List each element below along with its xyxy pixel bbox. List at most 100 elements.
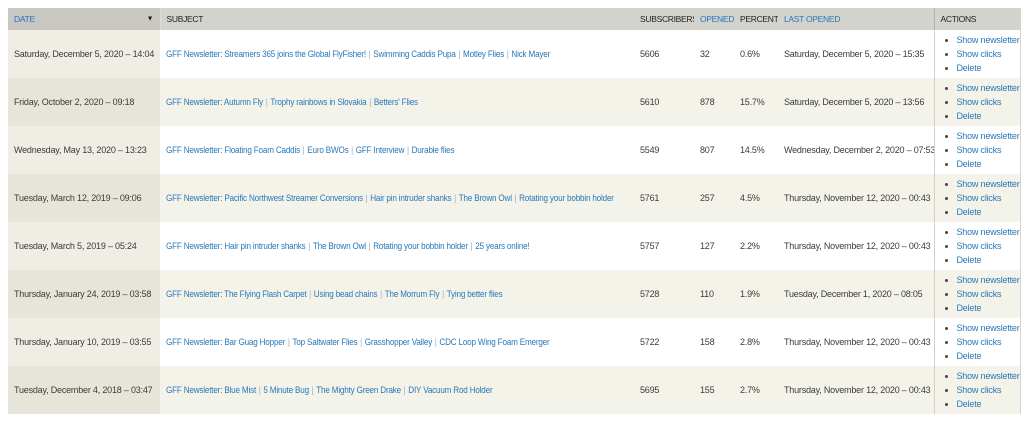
show-clicks-link[interactable]: Show clicks xyxy=(957,193,1002,203)
subject-part: Trophy rainbows in Slovakia xyxy=(270,97,366,107)
subscribers-cell: 5695 xyxy=(634,366,694,414)
opened-cell: 807 xyxy=(694,126,734,174)
subscribers-cell: 5549 xyxy=(634,126,694,174)
delete-link[interactable]: Delete xyxy=(957,255,982,265)
percent-cell: 2.7% xyxy=(734,366,778,414)
subject-link[interactable]: GFF Newsletter: Hair pin intruder shanks… xyxy=(166,241,530,251)
delete-link[interactable]: Delete xyxy=(957,399,982,409)
opened-cell: 110 xyxy=(694,270,734,318)
show-clicks-link[interactable]: Show clicks xyxy=(957,49,1002,59)
subject-link[interactable]: GFF Newsletter: The Flying Flash Carpet|… xyxy=(166,289,502,299)
action-item: Show newsletter xyxy=(957,369,1020,383)
show-newsletter-link[interactable]: Show newsletter xyxy=(957,227,1020,237)
table-row: Thursday, January 24, 2019 – 03:58 GFF N… xyxy=(8,270,1020,318)
column-header-actions: ACTIONS xyxy=(934,8,1020,30)
last-opened-cell: Thursday, November 12, 2020 – 00:43 xyxy=(778,222,934,270)
subject-part: GFF Interview xyxy=(356,145,405,155)
subject-separator: | xyxy=(380,289,382,299)
subject-separator: | xyxy=(308,241,310,251)
action-item: Show newsletter xyxy=(957,81,1020,95)
subject-part: 25 years online! xyxy=(475,241,529,251)
subject-link[interactable]: GFF Newsletter: Streamers 365 joins the … xyxy=(166,49,550,59)
newsletter-table: DATE ▼ SUBJECT SUBSCRIBERS OPENED PERCEN… xyxy=(8,8,1021,414)
delete-link[interactable]: Delete xyxy=(957,63,982,73)
subject-part: Motley Flies xyxy=(463,49,504,59)
subject-part: 5 Minute Bug xyxy=(263,385,309,395)
show-newsletter-link[interactable]: Show newsletter xyxy=(957,131,1020,141)
column-header-date[interactable]: DATE ▼ xyxy=(8,8,160,30)
percent-cell: 2.8% xyxy=(734,318,778,366)
table-row: Tuesday, March 12, 2019 – 09:06 GFF News… xyxy=(8,174,1020,222)
newsletter-admin-page: DATE ▼ SUBJECT SUBSCRIBERS OPENED PERCEN… xyxy=(0,0,1024,433)
show-newsletter-link[interactable]: Show newsletter xyxy=(957,275,1020,285)
opened-cell: 155 xyxy=(694,366,734,414)
action-item: Delete xyxy=(957,205,1020,219)
subject-link[interactable]: GFF Newsletter: Bar Guag Hopper|Top Salt… xyxy=(166,337,550,347)
delete-link[interactable]: Delete xyxy=(957,111,982,121)
show-newsletter-link[interactable]: Show newsletter xyxy=(957,83,1020,93)
show-clicks-link[interactable]: Show clicks xyxy=(957,145,1002,155)
column-header-opened[interactable]: OPENED xyxy=(694,8,734,30)
subject-part: Rotating your bobbin holder xyxy=(373,241,468,251)
subject-link[interactable]: GFF Newsletter: Autumn Fly|Trophy rainbo… xyxy=(166,97,418,107)
subject-part: CDC Loop Wing Foam Emerger xyxy=(439,337,549,347)
sort-desc-icon: ▼ xyxy=(147,16,154,23)
show-clicks-link[interactable]: Show clicks xyxy=(957,241,1002,251)
table-row: Wednesday, May 13, 2020 – 13:23 GFF News… xyxy=(8,126,1020,174)
subject-link[interactable]: GFF Newsletter: Pacific Northwest Stream… xyxy=(166,193,614,203)
actions-cell: Show newsletter Show clicks Delete xyxy=(934,126,1020,174)
action-item: Show clicks xyxy=(957,95,1020,109)
subject-part: Rotating your bobbin holder xyxy=(519,193,614,203)
subject-cell: GFF Newsletter: Blue Mist|5 Minute Bug|T… xyxy=(160,366,634,414)
percent-cell: 15.7% xyxy=(734,78,778,126)
subject-part: GFF Newsletter: Pacific Northwest Stream… xyxy=(166,193,363,203)
actions-list: Show newsletter Show clicks Delete xyxy=(941,321,1020,363)
subject-separator: | xyxy=(366,193,368,203)
delete-link[interactable]: Delete xyxy=(957,207,982,217)
subject-part: GFF Newsletter: Bar Guag Hopper xyxy=(166,337,285,347)
show-newsletter-link[interactable]: Show newsletter xyxy=(957,35,1020,45)
action-item: Delete xyxy=(957,157,1020,171)
last-opened-cell: Thursday, November 12, 2020 – 00:43 xyxy=(778,174,934,222)
subject-cell: GFF Newsletter: Autumn Fly|Trophy rainbo… xyxy=(160,78,634,126)
opened-sort-link[interactable]: OPENED xyxy=(700,14,734,24)
column-header-subscribers: SUBSCRIBERS xyxy=(634,8,694,30)
actions-list: Show newsletter Show clicks Delete xyxy=(941,33,1020,75)
last-opened-cell: Tuesday, December 1, 2020 – 08:05 xyxy=(778,270,934,318)
show-newsletter-link[interactable]: Show newsletter xyxy=(957,179,1020,189)
subject-link[interactable]: GFF Newsletter: Floating Foam Caddis|Eur… xyxy=(166,145,454,155)
delete-link[interactable]: Delete xyxy=(957,159,982,169)
actions-cell: Show newsletter Show clicks Delete xyxy=(934,270,1020,318)
subject-separator: | xyxy=(288,337,290,347)
subject-part: The Brown Owl xyxy=(313,241,366,251)
action-item: Show clicks xyxy=(957,383,1020,397)
subject-separator: | xyxy=(515,193,517,203)
table-row: Thursday, January 10, 2019 – 03:55 GFF N… xyxy=(8,318,1020,366)
column-header-last-opened[interactable]: LAST OPENED xyxy=(778,8,934,30)
subject-separator: | xyxy=(351,145,353,155)
subject-separator: | xyxy=(303,145,305,155)
table-row: Tuesday, March 5, 2019 – 05:24 GFF Newsl… xyxy=(8,222,1020,270)
subject-part: Grasshopper Valley xyxy=(365,337,432,347)
delete-link[interactable]: Delete xyxy=(957,351,982,361)
last-opened-sort-link[interactable]: LAST OPENED xyxy=(784,14,840,24)
subject-separator: | xyxy=(312,385,314,395)
action-item: Show clicks xyxy=(957,287,1020,301)
subject-cell: GFF Newsletter: Floating Foam Caddis|Eur… xyxy=(160,126,634,174)
show-clicks-link[interactable]: Show clicks xyxy=(957,385,1002,395)
subject-part: Euro BWOs xyxy=(307,145,348,155)
show-clicks-link[interactable]: Show clicks xyxy=(957,289,1002,299)
action-item: Show newsletter xyxy=(957,33,1020,47)
action-item: Show clicks xyxy=(957,335,1020,349)
subject-link[interactable]: GFF Newsletter: Blue Mist|5 Minute Bug|T… xyxy=(166,385,492,395)
show-clicks-link[interactable]: Show clicks xyxy=(957,337,1002,347)
subscribers-cell: 5722 xyxy=(634,318,694,366)
show-newsletter-link[interactable]: Show newsletter xyxy=(957,371,1020,381)
show-clicks-link[interactable]: Show clicks xyxy=(957,97,1002,107)
delete-link[interactable]: Delete xyxy=(957,303,982,313)
subject-part: DIY Vacuum Rod Holder xyxy=(408,385,492,395)
subject-part: The Mighty Green Drake xyxy=(316,385,401,395)
date-sort-link[interactable]: DATE xyxy=(14,14,35,24)
show-newsletter-link[interactable]: Show newsletter xyxy=(957,323,1020,333)
subject-part: GFF Newsletter: Floating Foam Caddis xyxy=(166,145,300,155)
